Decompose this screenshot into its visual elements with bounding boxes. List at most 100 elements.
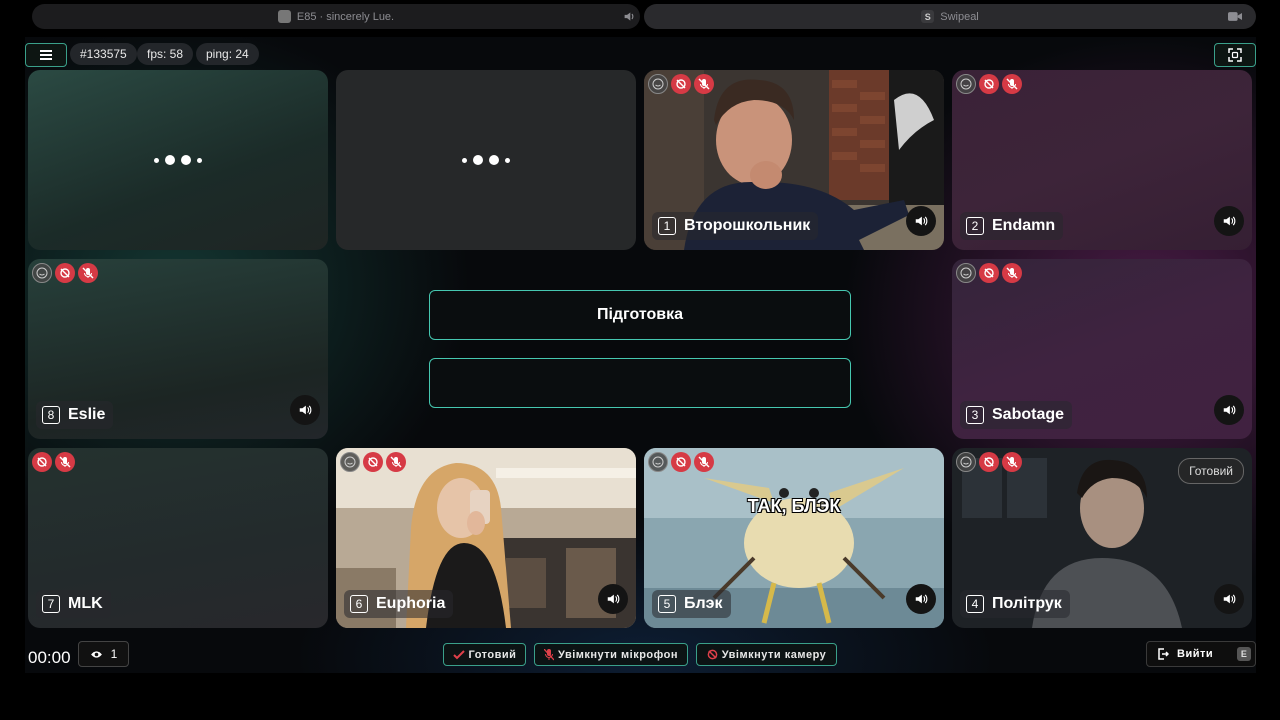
camera-off-icon xyxy=(979,263,999,283)
player-name: MLK xyxy=(68,595,103,612)
exit-label: Вийти xyxy=(1177,648,1214,660)
status-icons xyxy=(956,452,1022,472)
emoji-icon[interactable] xyxy=(956,263,976,283)
enable-camera-label: Увімкнути камеру xyxy=(721,648,827,661)
volume-button[interactable] xyxy=(598,584,628,614)
fullscreen-button[interactable] xyxy=(1214,43,1256,67)
spectators-button[interactable]: 1 xyxy=(78,641,129,667)
player-tile-8[interactable]: 8 Eslie xyxy=(28,259,328,439)
hamburger-icon xyxy=(40,50,52,60)
media-tab-1[interactable]: E85 · sincerely Lue. xyxy=(32,4,640,29)
enable-mic-label: Увімкнути мікрофон xyxy=(558,648,678,661)
media-favicon-icon xyxy=(277,10,291,23)
eye-icon xyxy=(90,650,102,658)
browser-top-bar: E85 · sincerely Lue. S Swipeal xyxy=(32,4,1256,29)
menu-button[interactable] xyxy=(25,43,67,67)
media-tab-1-title: E85 · sincerely Lue. xyxy=(296,10,395,23)
swipeal-favicon-icon: S xyxy=(921,10,935,23)
game-stage: #133575 fps: 58 ping: 24 1 Второшкольник… xyxy=(25,37,1256,673)
game-phase-panel: Підготовка xyxy=(429,290,851,340)
exit-button[interactable]: Вийти E xyxy=(1146,641,1256,667)
player-nameplate: 4 Політрук xyxy=(960,590,1070,618)
player-nameplate: 5 Блэк xyxy=(652,590,731,618)
player-name: Endamn xyxy=(992,217,1056,234)
player-tile-6[interactable]: 6 Euphoria xyxy=(336,448,636,628)
player-number: 1 xyxy=(658,217,676,235)
status-icons xyxy=(32,452,75,472)
game-timer: 00:00 xyxy=(28,648,71,667)
player-tile-3[interactable]: 3 Sabotage xyxy=(952,259,1252,439)
player-nameplate: 8 Eslie xyxy=(36,401,114,429)
player-number: 8 xyxy=(42,406,60,424)
player-tile-1[interactable]: 1 Второшкольник xyxy=(644,70,944,250)
checkmark-icon xyxy=(452,649,465,659)
player-tile-4[interactable]: Готовий 4 Політрук xyxy=(952,448,1252,628)
player-number: 6 xyxy=(350,595,368,613)
exit-shortcut-key: E xyxy=(1237,647,1252,661)
player-tile-empty-2 xyxy=(336,70,636,250)
status-icons xyxy=(340,452,406,472)
room-id-chip: #133575 xyxy=(70,43,137,65)
player-tile-7[interactable]: 7 MLK xyxy=(28,448,328,628)
speaker-icon xyxy=(1223,216,1236,226)
volume-button[interactable] xyxy=(1214,584,1244,614)
loading-indicator xyxy=(28,70,328,250)
camera-off-icon xyxy=(32,452,52,472)
ready-status-badge: Готовий xyxy=(1178,458,1244,484)
mic-off-icon xyxy=(694,452,714,472)
camera-off-icon xyxy=(671,74,691,94)
mic-off-icon xyxy=(1002,74,1022,94)
volume-button[interactable] xyxy=(1214,395,1244,425)
player-name: Sabotage xyxy=(992,406,1065,423)
emoji-icon[interactable] xyxy=(648,74,668,94)
player-nameplate: 7 MLK xyxy=(36,590,111,618)
volume-button[interactable] xyxy=(1214,206,1244,236)
ready-button-label: Готовий xyxy=(468,648,517,661)
player-name: Політрук xyxy=(992,595,1062,612)
camera-off-icon xyxy=(363,452,383,472)
status-icons xyxy=(648,74,714,94)
camera-off-icon xyxy=(979,74,999,94)
speaker-icon xyxy=(1223,594,1236,604)
fullscreen-icon xyxy=(1228,48,1242,62)
emoji-icon[interactable] xyxy=(956,74,976,94)
player-nameplate: 3 Sabotage xyxy=(960,401,1073,429)
volume-button[interactable] xyxy=(906,584,936,614)
speaker-icon xyxy=(915,594,928,604)
player-tile-empty-1 xyxy=(28,70,328,250)
emoji-icon[interactable] xyxy=(956,452,976,472)
enable-mic-button[interactable]: Увімкнути мікрофон xyxy=(534,643,688,666)
speaker-icon xyxy=(1223,405,1236,415)
emoji-icon[interactable] xyxy=(32,263,52,283)
media-tab-2[interactable]: S Swipeal xyxy=(644,4,1256,29)
player-name: Второшкольник xyxy=(684,217,811,234)
status-icons xyxy=(956,263,1022,283)
speaker-icon xyxy=(607,594,620,604)
player-number: 3 xyxy=(966,406,984,424)
mic-off-icon xyxy=(1002,452,1022,472)
enable-camera-button[interactable]: Увімкнути камеру xyxy=(696,643,837,666)
emoji-icon[interactable] xyxy=(340,452,360,472)
mic-off-icon xyxy=(694,74,714,94)
media-tab-2-title: Swipeal xyxy=(940,10,979,23)
exit-icon xyxy=(1158,648,1169,660)
volume-button[interactable] xyxy=(906,206,936,236)
player-tile-5[interactable]: ТАК, БЛЭК 5 Блэк xyxy=(644,448,944,628)
mic-off-icon xyxy=(544,648,555,660)
ping-chip: ping: 24 xyxy=(196,43,259,65)
mic-off-icon xyxy=(1002,263,1022,283)
camera-icon[interactable] xyxy=(1228,11,1242,22)
fps-chip: fps: 58 xyxy=(137,43,194,65)
mic-off-icon xyxy=(386,452,406,472)
camera-off-icon xyxy=(707,649,718,660)
volume-icon[interactable] xyxy=(623,10,636,23)
volume-button[interactable] xyxy=(290,395,320,425)
player-name: Блэк xyxy=(684,595,723,612)
meme-caption: ТАК, БЛЭК xyxy=(747,496,841,516)
emoji-icon[interactable] xyxy=(648,452,668,472)
player-nameplate: 1 Второшкольник xyxy=(652,212,819,240)
player-tile-2[interactable]: 2 Endamn xyxy=(952,70,1252,250)
player-number: 5 xyxy=(658,595,676,613)
spectators-count: 1 xyxy=(110,647,118,661)
ready-button[interactable]: Готовий xyxy=(443,643,526,666)
